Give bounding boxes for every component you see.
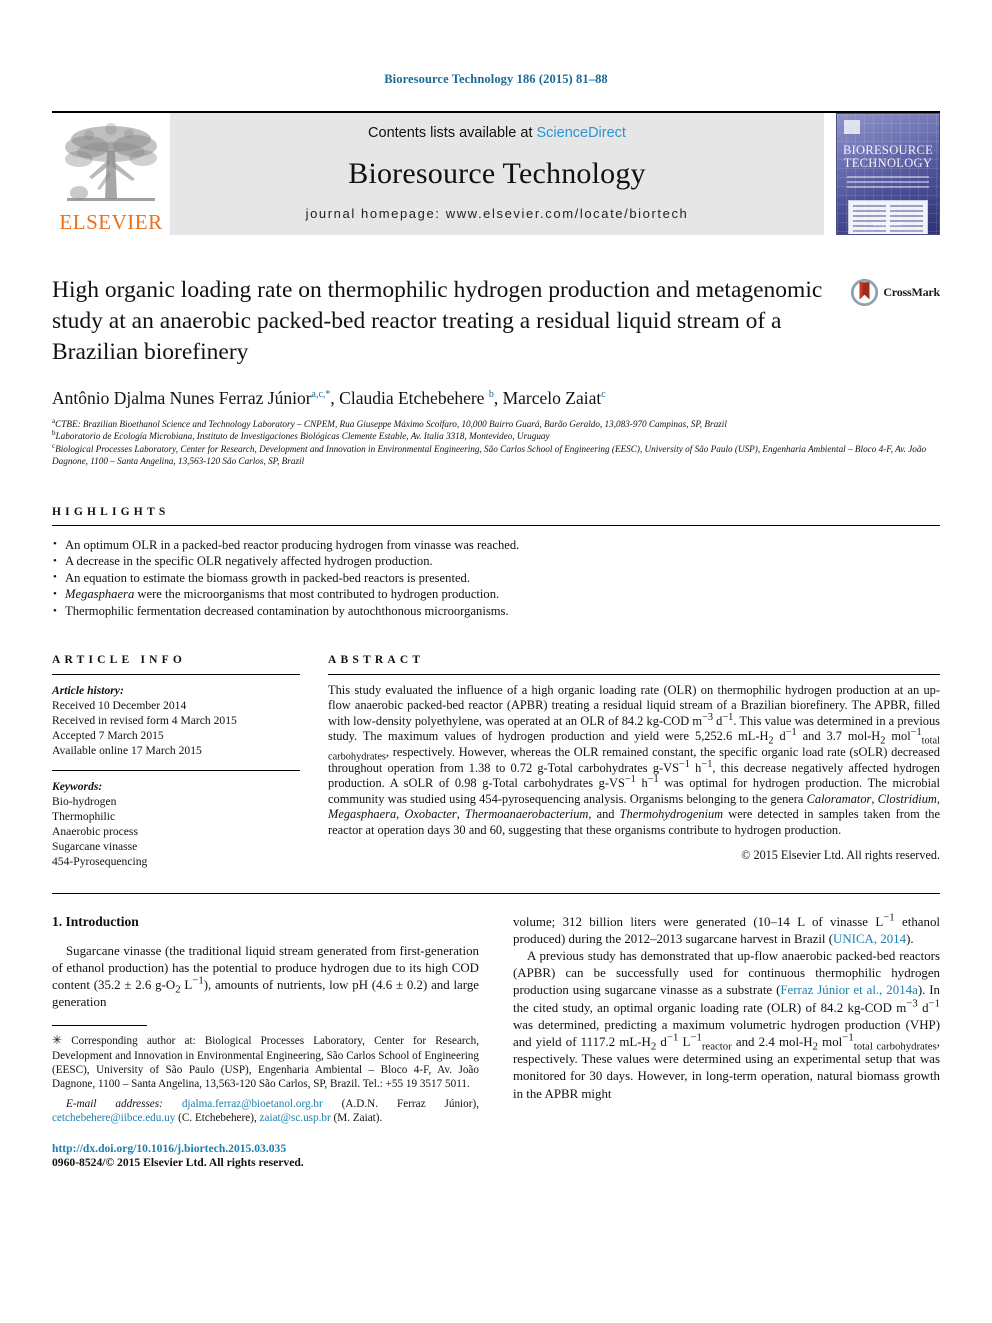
highlights-list: An optimum OLR in a packed-bed reactor p… [52, 536, 940, 620]
doi-link[interactable]: http://dx.doi.org/10.1016/j.biortech.201… [52, 1142, 479, 1157]
issn-copyright-line: 0960-8524/© 2015 Elsevier Ltd. All right… [52, 1156, 304, 1170]
contents-lists-line: Contents lists available at ScienceDirec… [368, 125, 626, 141]
journal-title: Bioresource Technology [348, 156, 646, 190]
list-item: Megasphaera were the microorganisms that… [52, 586, 940, 603]
title-column: High organic loading rate on thermophili… [52, 275, 851, 368]
cover-elsevier-mark [844, 120, 860, 134]
crossmark-badge[interactable]: CrossMark [851, 275, 940, 306]
keyword-item: Thermophilic [52, 809, 116, 823]
keyword-item: 454-Pyrosequencing [52, 854, 148, 868]
body-separator-rule [52, 892, 940, 894]
author-list: Antônio Djalma Nunes Ferraz Júniora,c,*,… [52, 388, 606, 408]
elsevier-tree-icon [65, 123, 157, 201]
section-heading-introduction: 1. Introduction [52, 913, 139, 929]
body-columns: 1. Introduction Sugarcane vinasse (the t… [52, 911, 940, 1171]
journal-article-page: Bioresource Technology 186 (2015) 81–88 [0, 0, 992, 1323]
history-received: Received 10 December 2014 [52, 698, 187, 712]
keyword-item: Sugarcane vinasse [52, 839, 138, 853]
cover-figure-box [848, 200, 928, 234]
affiliation-a: aCTBE: Brazilian Bioethanol Science and … [52, 416, 727, 429]
cover-title-line2: TECHNOLOGY [843, 156, 933, 170]
article-history: Article history: Received 10 December 20… [52, 683, 300, 758]
running-head-citation: Bioresource Technology 186 (2015) 81–88 [384, 72, 608, 86]
crossmark-icon [851, 279, 879, 306]
contents-lists-prefix: Contents lists available at [368, 125, 537, 141]
article-info-column: ARTICLE INFO Article history: Received 1… [52, 654, 300, 869]
affiliation-c: cBiological Processes Laboratory, Center… [52, 441, 927, 467]
highlights-heading: HIGHLIGHTS [52, 505, 170, 518]
abstract-heading: ABSTRACT [328, 653, 425, 666]
journal-masthead: ELSEVIER Contents lists available at Sci… [52, 111, 940, 235]
cover-title: BIORESOURCE TECHNOLOGY [837, 144, 939, 170]
intro-paragraph-right-2: A previous study has demonstrated that u… [513, 949, 940, 1101]
abstract-text: This study evaluated the influence of a … [328, 682, 940, 837]
elsevier-logo: ELSEVIER [52, 113, 170, 235]
cover-figure-right-column [890, 205, 923, 234]
info-abstract-block: ARTICLE INFO Article history: Received 1… [52, 654, 940, 869]
history-accepted: Accepted 7 March 2015 [52, 728, 164, 742]
email-addresses-note: E-mail addresses: djalma.ferraz@bioetano… [52, 1098, 480, 1125]
corresponding-author-note: ✳ Corresponding author at: Biological Pr… [52, 1033, 479, 1091]
highlights-section: HIGHLIGHTS An optimum OLR in a packed-be… [52, 506, 940, 620]
history-online: Available online 17 March 2015 [52, 743, 202, 757]
list-item: An optimum OLR in a packed-bed reactor p… [52, 536, 940, 554]
list-item: An equation to estimate the biomass grow… [52, 569, 940, 587]
affiliations: aCTBE: Brazilian Bioethanol Science and … [52, 416, 940, 468]
keyword-item: Bio-hydrogen [52, 794, 117, 808]
list-item: A decrease in the specific OLR negativel… [52, 553, 940, 570]
footer-doi-block: http://dx.doi.org/10.1016/j.biortech.201… [52, 1142, 479, 1171]
journal-cover-thumbnail: BIORESOURCE TECHNOLOGY ELSEVIER [836, 113, 940, 235]
cover-footer-mark: ELSEVIER [874, 222, 902, 228]
sciencedirect-band: Contents lists available at ScienceDirec… [170, 113, 824, 235]
intro-paragraph-left: Sugarcane vinasse (the traditional liqui… [52, 943, 479, 1010]
article-info-heading: ARTICLE INFO [52, 653, 187, 666]
page-title: High organic loading rate on thermophili… [52, 277, 823, 365]
abstract-column: ABSTRACT This study evaluated the influe… [328, 654, 940, 869]
keywords-label: Keywords: [52, 779, 103, 793]
body-column-left: 1. Introduction Sugarcane vinasse (the t… [52, 914, 479, 1171]
crossmark-label: CrossMark [883, 285, 940, 299]
cover-figure-left-column [853, 205, 886, 234]
abstract-rule [328, 673, 940, 675]
list-item: Thermophilic fermentation decreased cont… [52, 603, 940, 620]
footnote-rule [52, 1025, 147, 1027]
title-block: High organic loading rate on thermophili… [52, 275, 940, 368]
affiliation-b: bLaboratorio de Ecología Microbiana, Ins… [52, 429, 550, 442]
abstract-copyright: © 2015 Elsevier Ltd. All rights reserved… [741, 847, 940, 862]
article-history-label: Article history: [52, 683, 124, 697]
keywords-block: Keywords: Bio-hydrogen Thermophilic Anae… [52, 779, 300, 869]
keywords-rule [52, 769, 300, 771]
body-column-right: volume; 312 billion liters were generate… [513, 911, 940, 1171]
article-info-rule [52, 673, 300, 675]
cover-subtitle-lines [847, 176, 929, 191]
keyword-item: Anaerobic process [52, 824, 138, 838]
highlights-rule [52, 524, 940, 526]
elsevier-wordmark: ELSEVIER [59, 210, 163, 234]
history-revised: Received in revised form 4 March 2015 [52, 713, 237, 727]
journal-homepage-line[interactable]: journal homepage: www.elsevier.com/locat… [306, 206, 689, 221]
sciencedirect-link[interactable]: ScienceDirect [537, 125, 626, 141]
intro-paragraph-right-1: volume; 312 billion liters were generate… [513, 911, 940, 946]
